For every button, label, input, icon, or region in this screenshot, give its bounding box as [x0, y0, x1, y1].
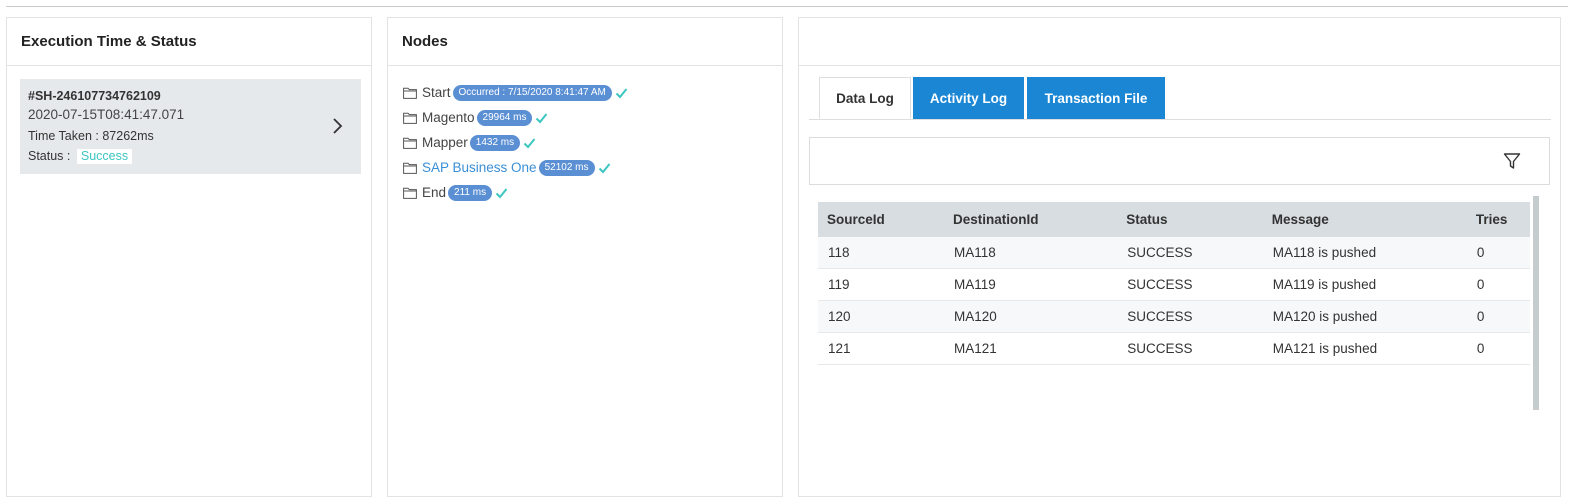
node-duration-badge: 211 ms: [448, 184, 493, 201]
node-item[interactable]: Magento 29964 ms: [403, 105, 628, 130]
execution-panel-title: Execution Time & Status: [7, 18, 371, 66]
status-label: Status :: [28, 149, 71, 163]
check-icon: [495, 187, 508, 198]
table-cell: SUCCESS: [1117, 237, 1263, 269]
folder-icon: [403, 87, 417, 99]
tab-data-log[interactable]: Data Log: [819, 77, 911, 119]
node-name[interactable]: SAP Business One: [422, 160, 537, 175]
table-cell: 0: [1466, 268, 1530, 301]
node-item[interactable]: End 211 ms: [403, 180, 628, 205]
table-header-row: SourceId DestinationId Status Message Tries: [818, 202, 1530, 237]
column-header[interactable]: DestinationId: [944, 202, 1117, 237]
table-cell: MA118 is pushed: [1262, 237, 1467, 269]
nodes-panel: Nodes Start Occurred : 7/15/2020 8:41:47 …: [387, 17, 783, 497]
node-duration-badge: 1432 ms: [469, 134, 521, 151]
table-cell: 0: [1466, 332, 1530, 365]
check-icon: [536, 112, 548, 123]
log-panel: Data Log Activity Log Transaction File S…: [798, 17, 1561, 497]
folder-icon: [403, 162, 417, 174]
node-duration-badge: 52102 ms: [538, 159, 595, 176]
node-name[interactable]: Start: [422, 85, 451, 100]
table-row[interactable]: 118 MA118 SUCCESS MA118 is pushed 0: [818, 237, 1530, 269]
check-icon: [598, 162, 610, 173]
chevron-right-icon[interactable]: [327, 116, 347, 136]
table-cell: SUCCESS: [1117, 332, 1263, 365]
table-scrollbar[interactable]: [1533, 196, 1539, 410]
tab-activity-log[interactable]: Activity Log: [913, 77, 1024, 119]
table-cell: 0: [1466, 237, 1530, 269]
column-header[interactable]: SourceId: [818, 202, 944, 237]
table-cell: SUCCESS: [1117, 268, 1263, 301]
table-cell: 121: [818, 332, 944, 365]
log-tabs: Data Log Activity Log Transaction File: [809, 77, 1551, 120]
folder-icon: [403, 137, 417, 149]
column-header[interactable]: Status: [1117, 202, 1262, 237]
table-row[interactable]: 119 MA119 SUCCESS MA119 is pushed 0: [818, 268, 1530, 301]
execution-card[interactable]: #SH-246107734762109 2020-07-15T08:41:47.…: [20, 79, 361, 174]
status-badge: Success: [76, 149, 133, 164]
filter-bar: [809, 137, 1550, 185]
table-cell: MA120: [943, 300, 1118, 333]
table-cell: 118: [818, 237, 944, 269]
table-body: 118 MA118 SUCCESS MA118 is pushed 0 119 MA119 S…: [818, 237, 1530, 365]
check-icon: [615, 87, 628, 98]
column-header[interactable]: Message: [1263, 202, 1467, 237]
node-duration-badge: Occurred : 7/15/2020 8:41:47 AM: [452, 84, 612, 101]
nodes-panel-title: Nodes: [388, 18, 782, 66]
node-name[interactable]: Magento: [422, 110, 475, 125]
table-cell: MA121 is pushed: [1262, 332, 1467, 365]
table-cell: 119: [818, 268, 944, 301]
execution-id: #SH-246107734762109: [28, 89, 161, 103]
node-list: Start Occurred : 7/15/2020 8:41:47 AM Mage…: [403, 80, 628, 205]
log-panel-header: [799, 18, 1560, 66]
node-item[interactable]: Mapper 1432 ms: [403, 130, 628, 155]
node-name[interactable]: End: [422, 185, 446, 200]
tab-transaction-file[interactable]: Transaction File: [1027, 77, 1165, 119]
node-item[interactable]: SAP Business One 52102 ms: [403, 155, 628, 180]
table-cell: MA119: [943, 268, 1118, 301]
table-row[interactable]: 121 MA121 SUCCESS MA121 is pushed 0: [818, 332, 1530, 365]
folder-icon: [403, 112, 417, 124]
top-divider: [6, 6, 1568, 7]
execution-panel: Execution Time & Status #SH-246107734762…: [6, 17, 372, 497]
table-cell: 120: [818, 300, 944, 333]
data-log-table: SourceId DestinationId Status Message Tries …: [818, 202, 1530, 365]
node-duration-badge: 29964 ms: [476, 109, 533, 126]
table-cell: 0: [1466, 300, 1530, 333]
execution-status: Status : Success: [28, 149, 133, 164]
table-row[interactable]: 120 MA120 SUCCESS MA120 is pushed 0: [818, 300, 1530, 333]
column-header[interactable]: Tries: [1467, 202, 1530, 237]
table-cell: MA119 is pushed: [1262, 268, 1467, 301]
folder-icon: [403, 187, 417, 199]
node-item[interactable]: Start Occurred : 7/15/2020 8:41:47 AM: [403, 80, 628, 105]
table-cell: MA118: [943, 237, 1118, 269]
execution-timestamp: 2020-07-15T08:41:47.071: [28, 107, 185, 122]
filter-icon[interactable]: [1503, 152, 1521, 170]
execution-time-taken: Time Taken : 87262ms: [28, 129, 154, 143]
table-cell: MA121: [943, 332, 1118, 365]
table-cell: SUCCESS: [1117, 300, 1263, 333]
check-icon: [523, 137, 536, 148]
node-name[interactable]: Mapper: [422, 135, 468, 150]
table-cell: MA120 is pushed: [1262, 300, 1467, 333]
